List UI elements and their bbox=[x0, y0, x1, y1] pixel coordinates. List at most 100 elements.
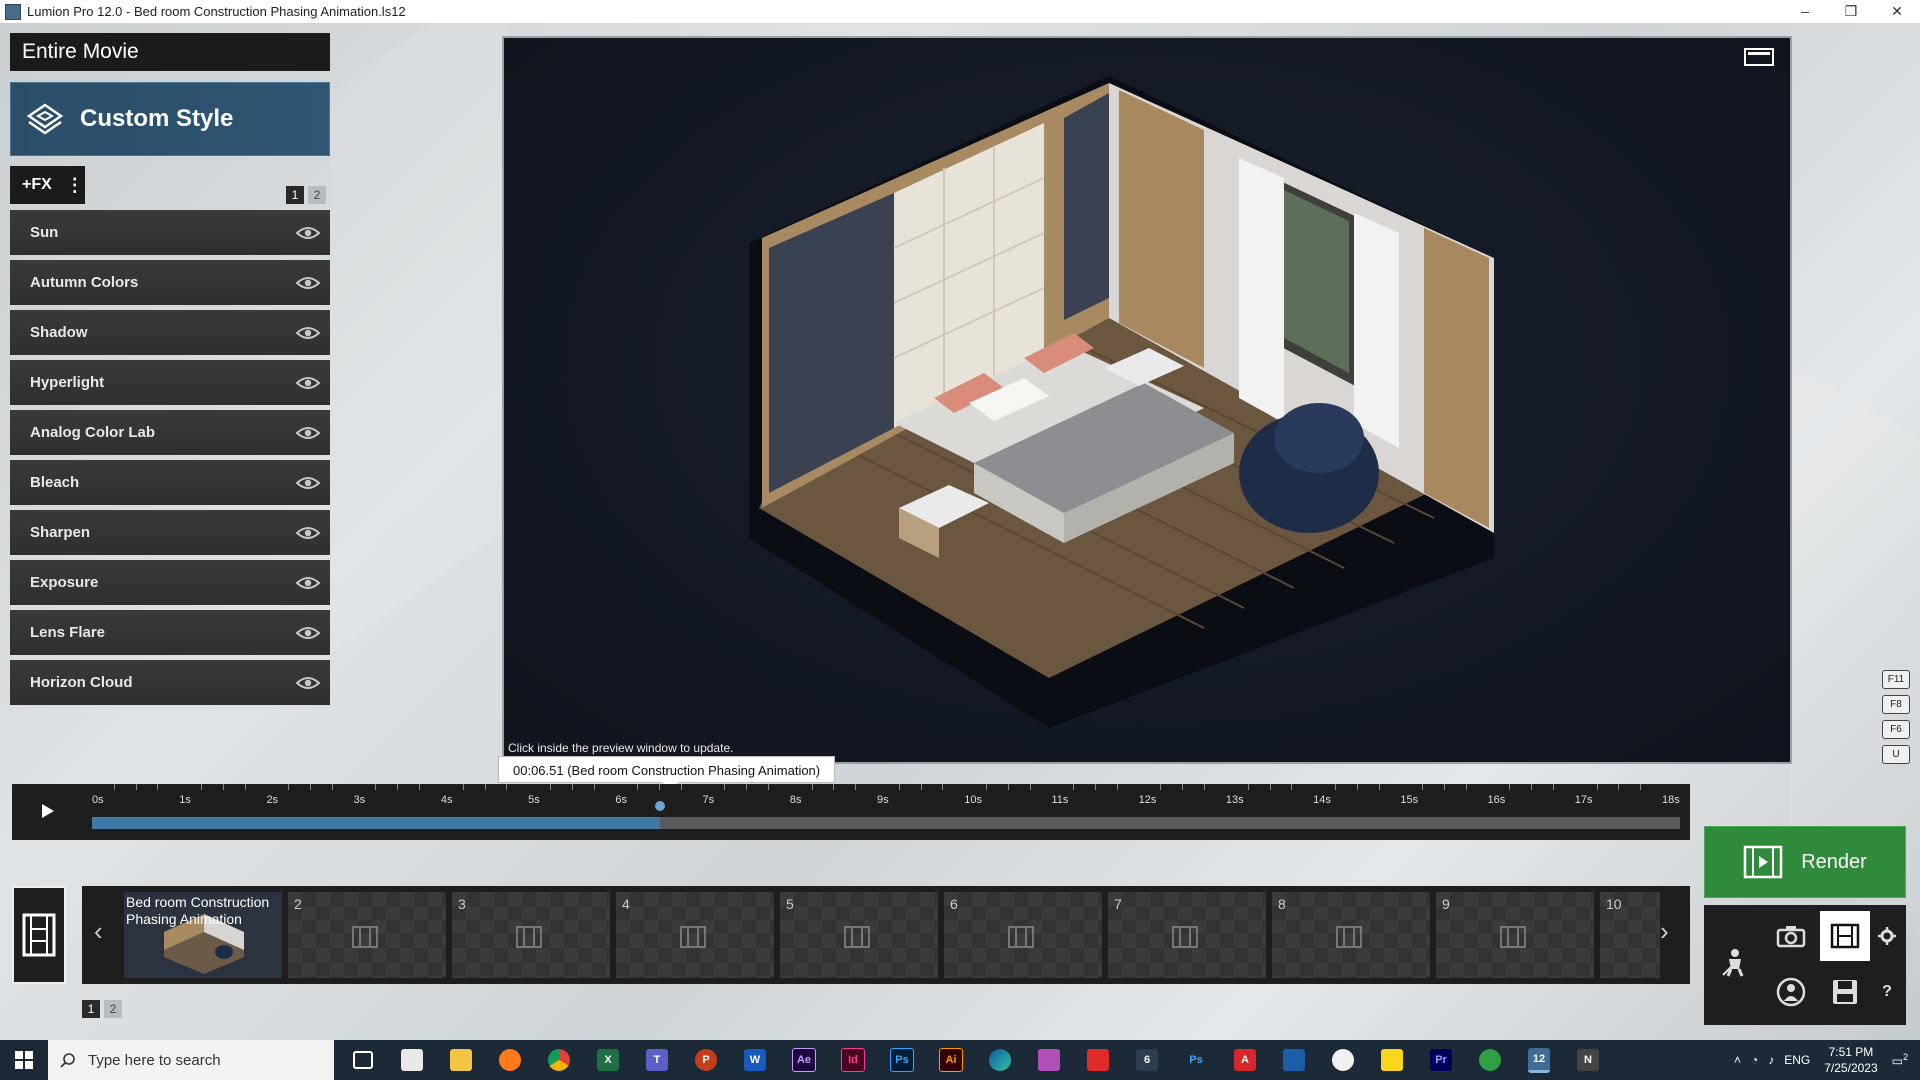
eye-icon[interactable] bbox=[296, 676, 320, 690]
powerpoint-icon[interactable]: P bbox=[686, 1040, 726, 1080]
input-language[interactable]: ENG bbox=[1784, 1053, 1810, 1067]
app-grid-icon[interactable] bbox=[392, 1040, 432, 1080]
firefox-icon[interactable] bbox=[490, 1040, 530, 1080]
effect-item-shadow[interactable]: Shadow bbox=[10, 310, 330, 355]
after-effects-icon[interactable]: Ae bbox=[784, 1040, 824, 1080]
ps-app-icon[interactable]: Ps bbox=[1176, 1040, 1216, 1080]
fx-menu-icon[interactable]: ⋮ bbox=[66, 176, 84, 194]
start-button[interactable] bbox=[0, 1040, 48, 1080]
effect-item-horizon-cloud[interactable]: Horizon Cloud bbox=[10, 660, 330, 705]
autocad-icon[interactable]: A bbox=[1225, 1040, 1265, 1080]
clip-thumbnail-1[interactable]: Bed room Construction Phasing Animation bbox=[124, 892, 282, 978]
play-icon[interactable] bbox=[42, 804, 54, 818]
eye-icon[interactable] bbox=[296, 326, 320, 340]
eye-icon[interactable] bbox=[296, 376, 320, 390]
render-button[interactable]: Render bbox=[1704, 826, 1906, 898]
entire-movie-header[interactable]: Entire Movie bbox=[10, 33, 330, 71]
effect-item-exposure[interactable]: Exposure bbox=[10, 560, 330, 605]
empty-clip-slot[interactable]: 5 bbox=[780, 892, 938, 978]
clip-page-2[interactable]: 2 bbox=[104, 1000, 122, 1018]
help-icon[interactable]: ? bbox=[1872, 967, 1902, 1017]
empty-clip-slot[interactable]: 6 bbox=[944, 892, 1102, 978]
preview-window[interactable] bbox=[502, 36, 1792, 764]
movie-strip-button[interactable] bbox=[12, 886, 66, 984]
fullscreen-toggle-button[interactable] bbox=[1744, 48, 1774, 66]
add-fx-button[interactable]: +FX ⋮ bbox=[10, 166, 85, 204]
volume-icon[interactable]: ♪ bbox=[1768, 1053, 1774, 1067]
taskbar-clock[interactable]: 7:51 PM 7/25/2023 bbox=[1824, 1044, 1877, 1076]
custom-style-button[interactable]: Custom Style bbox=[10, 82, 330, 156]
settings-button[interactable] bbox=[1872, 911, 1902, 961]
clip-next-arrow[interactable]: › bbox=[1660, 916, 1669, 947]
clip-page-1[interactable]: 1 bbox=[82, 1000, 100, 1018]
timeline-minor-tick bbox=[1422, 784, 1424, 790]
photo-mode-button[interactable] bbox=[1766, 911, 1816, 961]
eye-icon[interactable] bbox=[296, 426, 320, 440]
clip-prev-arrow[interactable]: ‹ bbox=[94, 916, 103, 947]
eye-icon[interactable] bbox=[296, 226, 320, 240]
tray-chevron-icon[interactable]: ˄ bbox=[1734, 1053, 1741, 1067]
illustrator-icon[interactable]: Ai bbox=[931, 1040, 971, 1080]
app-n-icon[interactable]: N bbox=[1568, 1040, 1608, 1080]
app-6-icon[interactable]: 6 bbox=[1127, 1040, 1167, 1080]
teams-icon[interactable]: T bbox=[637, 1040, 677, 1080]
restore-button[interactable]: ❐ bbox=[1828, 0, 1874, 23]
effect-item-autumn-colors[interactable]: Autumn Colors bbox=[10, 260, 330, 305]
task-view-icon[interactable] bbox=[343, 1040, 383, 1080]
sketchup-icon[interactable] bbox=[1274, 1040, 1314, 1080]
chrome-alt-icon[interactable] bbox=[1323, 1040, 1363, 1080]
file-explorer-icon[interactable] bbox=[441, 1040, 481, 1080]
notification-center-icon[interactable]: ▭2 bbox=[1892, 1052, 1908, 1068]
fx-page-1[interactable]: 1 bbox=[286, 186, 304, 204]
save-button[interactable] bbox=[1820, 967, 1870, 1017]
excel-icon[interactable]: X bbox=[588, 1040, 628, 1080]
clipchamp-icon[interactable] bbox=[1470, 1040, 1510, 1080]
empty-clip-slot[interactable]: 7 bbox=[1108, 892, 1266, 978]
premiere-icon[interactable]: Pr bbox=[1421, 1040, 1461, 1080]
effect-item-hyperlight[interactable]: Hyperlight bbox=[10, 360, 330, 405]
indesign-icon[interactable]: Id bbox=[833, 1040, 873, 1080]
f11-key-button[interactable]: F11 bbox=[1882, 670, 1910, 689]
bedroom-render bbox=[749, 76, 1494, 728]
edge-icon[interactable] bbox=[980, 1040, 1020, 1080]
timeline-minor-tick bbox=[310, 784, 312, 790]
close-button[interactable]: ✕ bbox=[1874, 0, 1920, 23]
movie-mode-button[interactable] bbox=[1820, 911, 1870, 961]
eye-icon[interactable] bbox=[296, 526, 320, 540]
effect-item-bleach[interactable]: Bleach bbox=[10, 460, 330, 505]
panorama-mode-button[interactable] bbox=[1766, 967, 1816, 1017]
empty-clip-slot[interactable]: 3 bbox=[452, 892, 610, 978]
empty-clip-slot[interactable]: 2 bbox=[288, 892, 446, 978]
sticky-notes-icon[interactable] bbox=[1372, 1040, 1412, 1080]
word-icon[interactable]: W bbox=[735, 1040, 775, 1080]
f8-key-button[interactable]: F8 bbox=[1882, 695, 1910, 714]
eye-icon[interactable] bbox=[296, 276, 320, 290]
empty-clip-slot[interactable]: 8 bbox=[1272, 892, 1430, 978]
effect-item-sharpen[interactable]: Sharpen bbox=[10, 510, 330, 555]
effect-item-analog-color-lab[interactable]: Analog Color Lab bbox=[10, 410, 330, 455]
timeline-track[interactable] bbox=[92, 817, 1680, 829]
taskbar-search-box[interactable]: Type here to search bbox=[48, 1040, 334, 1080]
eye-icon[interactable] bbox=[296, 576, 320, 590]
playhead-handle[interactable] bbox=[654, 801, 665, 811]
teams-chat-icon[interactable] bbox=[1029, 1040, 1069, 1080]
build-mode-button[interactable] bbox=[1710, 937, 1760, 987]
effect-item-lens-flare[interactable]: Lens Flare bbox=[10, 610, 330, 655]
effect-item-sun[interactable]: Sun bbox=[10, 210, 330, 255]
lumion-taskbar-icon[interactable]: 12 bbox=[1519, 1040, 1559, 1080]
empty-clip-slot[interactable]: 4 bbox=[616, 892, 774, 978]
eye-icon[interactable] bbox=[296, 476, 320, 490]
timeline-ruler[interactable]: 0s 1s 2s 3s 4s 5s 6s 7s 8s 9s 10s 11s 12s 13s 14s 15s 16… bbox=[92, 784, 1680, 840]
eye-icon[interactable] bbox=[296, 626, 320, 640]
acrobat-icon[interactable] bbox=[1078, 1040, 1118, 1080]
minimize-button[interactable]: – bbox=[1782, 0, 1828, 23]
u-key-button[interactable]: U bbox=[1882, 745, 1910, 764]
fx-page-2[interactable]: 2 bbox=[308, 186, 326, 204]
photoshop-icon[interactable]: Ps bbox=[882, 1040, 922, 1080]
empty-clip-slot[interactable]: 9 bbox=[1436, 892, 1594, 978]
chrome-icon[interactable] bbox=[539, 1040, 579, 1080]
f6-key-button[interactable]: F6 bbox=[1882, 720, 1910, 739]
system-tray: ˄ ◔ ♪ ENG 7:51 PM 7/25/2023 ▭2 bbox=[1734, 1040, 1920, 1080]
empty-clip-slot[interactable]: 10 bbox=[1600, 892, 1660, 978]
network-icon[interactable]: ◔ bbox=[1751, 1053, 1758, 1067]
